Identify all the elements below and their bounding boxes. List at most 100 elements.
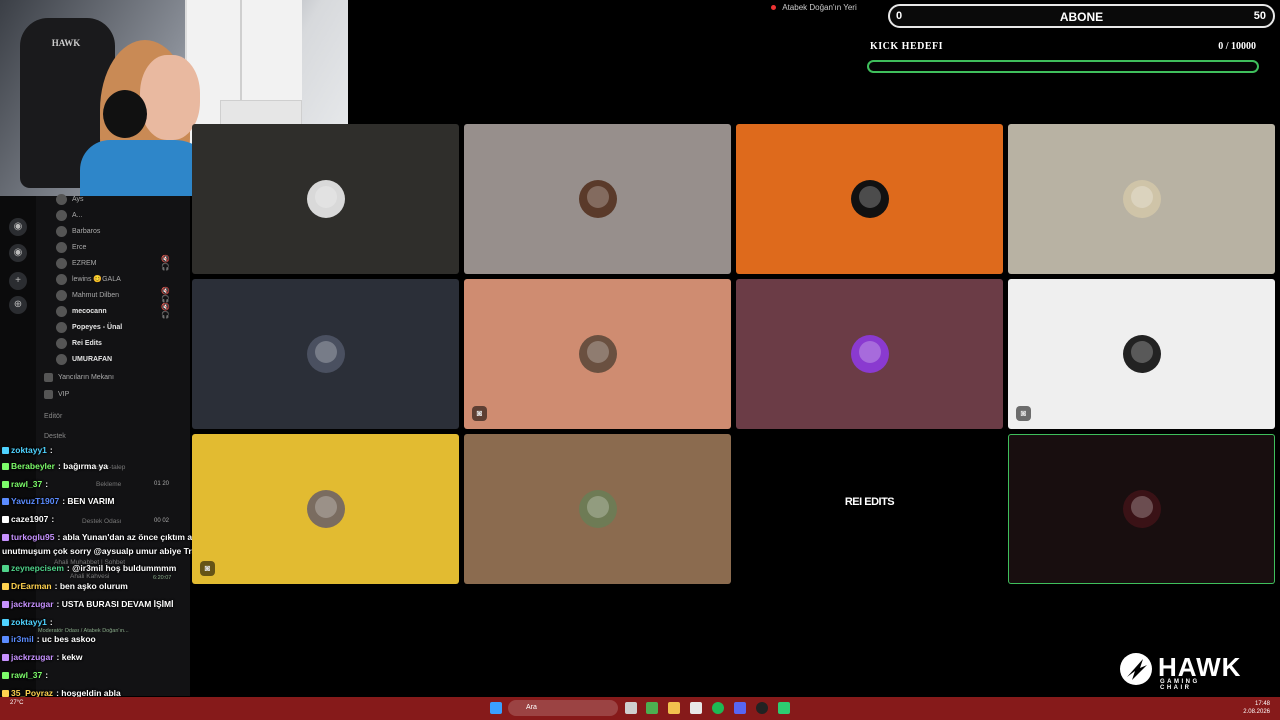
member-name: lewins 😊GALA <box>72 276 121 283</box>
hawk-logo: HAWK GAMING CHAIR <box>1120 652 1240 691</box>
voice-channel[interactable]: VIP <box>44 390 69 399</box>
stream-icon: ◙ <box>1016 406 1031 421</box>
member-status-icons: 🔇 🎧 <box>161 304 170 319</box>
participant-avatar <box>850 180 889 218</box>
chat-badge-icon <box>2 534 9 541</box>
store-icon[interactable] <box>690 702 702 714</box>
channel-name: Yancıların Mekanı <box>58 374 114 381</box>
participant-tile[interactable] <box>1008 124 1275 274</box>
participant-avatar <box>578 335 617 373</box>
chat-text: : kekw <box>56 652 83 662</box>
chat-username: Berabeyler <box>11 461 55 471</box>
add-server-icon[interactable]: + <box>9 272 27 290</box>
member-name: UMURAFAN <box>72 355 113 363</box>
voice-member[interactable]: A... <box>56 208 83 222</box>
member-name: Ays <box>72 195 84 203</box>
participant-tile[interactable]: REI EDITS <box>736 434 1003 584</box>
task-view-icon[interactable] <box>625 702 637 714</box>
chat-text: : <box>45 479 49 489</box>
participant-tile[interactable] <box>464 434 731 584</box>
webcam-headset <box>103 90 147 138</box>
chat-username: jackrzugar <box>11 652 54 662</box>
member-avatar-icon <box>56 273 67 285</box>
voice-member[interactable]: Ays <box>56 192 84 206</box>
server-dot-icon <box>771 5 777 11</box>
abone-goal-bar: 0 ABONE 50 <box>888 4 1275 28</box>
participant-tile[interactable]: ◙ <box>1008 279 1275 429</box>
server-icon[interactable]: ◉ <box>9 218 27 236</box>
chat-message: rawl_37: <box>2 479 48 489</box>
voice-member[interactable]: Erce <box>56 240 86 254</box>
participant-tile[interactable] <box>464 124 731 274</box>
taskbar-search[interactable]: Ara <box>508 700 618 716</box>
participant-tile[interactable] <box>192 124 459 274</box>
chrome-icon[interactable] <box>646 702 658 714</box>
member-name: EZREM <box>72 259 97 267</box>
webcam-face <box>140 55 200 140</box>
voice-member[interactable]: UMURAFAN <box>56 352 112 366</box>
chat-badge-icon <box>2 583 9 590</box>
voice-member[interactable]: lewins 😊GALA <box>56 272 121 286</box>
voice-channel[interactable]: Yancıların Mekanı <box>44 373 114 382</box>
chat-username: YavuzT1907 <box>11 496 60 506</box>
explore-icon[interactable]: ⊕ <box>9 296 27 314</box>
participant-tile[interactable]: ◙ <box>464 279 731 429</box>
participant-tile[interactable] <box>1008 434 1275 584</box>
participant-tile[interactable] <box>192 279 459 429</box>
server-icon[interactable]: ◉ <box>9 244 27 262</box>
voice-member[interactable]: mecocann 🔇 🎧 <box>56 304 170 319</box>
member-status-icons: 🔇 🎧 <box>161 256 170 271</box>
channel-category[interactable]: Editör <box>44 413 62 420</box>
chat-text: : <box>49 445 53 455</box>
app-icon[interactable] <box>778 702 790 714</box>
file-explorer-icon[interactable] <box>668 702 680 714</box>
chat-username: zeynepcisem <box>11 563 64 573</box>
voice-member[interactable]: EZREM 🔇 🎧 <box>56 256 170 271</box>
member-status-icons: 🔇 🎧 <box>161 288 170 303</box>
chat-message: ir3mil: uc bes askoo <box>2 634 96 644</box>
voice-member[interactable]: Mahmut Dilben 🔇 🎧 <box>56 288 170 303</box>
member-name: Popeyes - Ünal <box>72 323 123 331</box>
windows-taskbar: 27°C Ara 17:48 2.08.2026 <box>0 697 1280 720</box>
participant-avatar <box>306 490 345 528</box>
chat-badge-icon <box>2 481 9 488</box>
participant-tile[interactable] <box>736 124 1003 274</box>
voice-member[interactable]: Rei Edits <box>56 336 102 350</box>
chat-text: : bağırma ya <box>57 461 109 471</box>
stream-icon: ◙ <box>472 406 487 421</box>
member-name: mecocann <box>72 307 107 315</box>
sub-channel[interactable]: Bekleme <box>96 481 121 488</box>
speaker-icon <box>44 390 53 399</box>
chat-badge-icon <box>2 601 9 608</box>
chat-badge-icon <box>2 654 9 661</box>
chat-badge-icon <box>2 463 9 470</box>
taskbar-clock[interactable]: 17:48 2.08.2026 <box>1243 700 1270 716</box>
voice-member[interactable]: Barbaros <box>56 224 100 238</box>
chat-username: caze1907 <box>11 514 49 524</box>
chat-message: YavuzT1907: BEN VARIM <box>2 496 114 506</box>
voice-member[interactable]: Popeyes - Ünal <box>56 320 122 334</box>
chat-message: zoktayy1: <box>2 445 53 455</box>
member-avatar-icon <box>56 321 67 333</box>
participant-tile[interactable] <box>736 279 1003 429</box>
spotify-icon[interactable] <box>712 702 724 714</box>
windows-start-icon[interactable] <box>490 702 502 714</box>
discord-icon[interactable] <box>734 702 746 714</box>
chat-username: zoktayy1 <box>11 445 47 455</box>
sub-channel[interactable]: Ahali Kahvesi <box>70 573 109 580</box>
member-name: A... <box>72 211 83 219</box>
chat-message: jackrzugar: kekw <box>2 652 83 662</box>
member-avatar-icon <box>56 353 67 365</box>
chat-username: turkoglu95 <box>11 532 55 542</box>
sub-channel[interactable]: Destek Odası <box>82 518 121 525</box>
obs-icon[interactable] <box>756 702 768 714</box>
channel-category[interactable]: Destek <box>44 433 66 440</box>
chat-text: : <box>51 514 55 524</box>
taskbar-weather[interactable]: 27°C <box>10 700 23 706</box>
participant-tile[interactable]: ◙ <box>192 434 459 584</box>
chat-username: rawl_37 <box>11 670 43 680</box>
chat-username: rawl_37 <box>11 479 43 489</box>
chat-badge-icon <box>2 672 9 679</box>
chat-message: jackrzugar: USTA BURASI DEVAM İŞİMİ <box>2 599 174 609</box>
speaker-icon <box>44 373 53 382</box>
